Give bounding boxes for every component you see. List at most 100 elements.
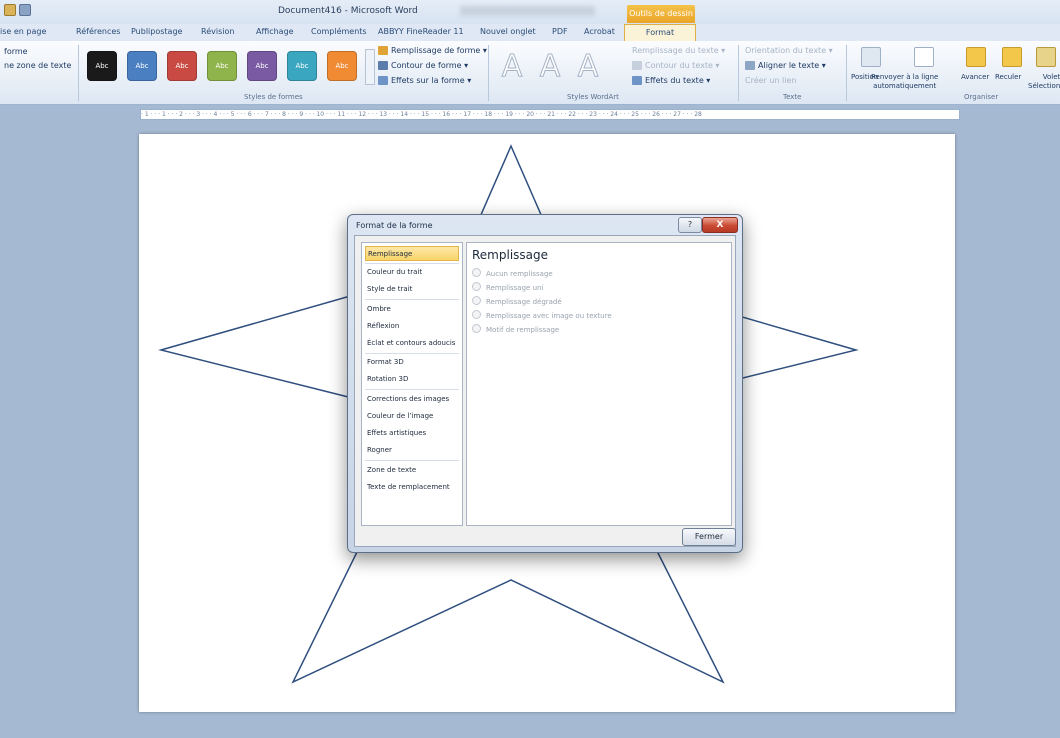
selection-pane-label[interactable]: Volet Sélection	[1028, 73, 1060, 91]
shape-style-swatch[interactable]: Abc	[87, 51, 117, 81]
align-text-button[interactable]: Aligner le texte ▾	[745, 61, 826, 70]
tab-revision[interactable]: Révision	[201, 27, 234, 36]
text-outline-button[interactable]: Contour du texte ▾	[632, 61, 719, 70]
tab-abbyy[interactable]: ABBYY FineReader 11	[378, 27, 464, 36]
tab-acrobat[interactable]: Acrobat	[584, 27, 615, 36]
tab-nouvel-onglet[interactable]: Nouvel onglet	[480, 27, 536, 36]
nav-separator	[365, 353, 459, 354]
nav-item-ombre[interactable]: Ombre	[365, 302, 459, 317]
paint-bucket-icon	[378, 46, 388, 55]
radio-button[interactable]	[472, 282, 481, 291]
nav-item-rotation-3d[interactable]: Rotation 3D	[365, 372, 459, 387]
text-effects-button[interactable]: Effets du texte ▾	[632, 76, 710, 85]
save-icon[interactable]	[4, 4, 16, 16]
fermer-button[interactable]: Fermer	[682, 528, 736, 546]
shape-style-swatch[interactable]: Abc	[327, 51, 357, 81]
shape-outline-button[interactable]: Contour de forme ▾	[378, 61, 468, 70]
group-label-wordart: Styles WordArt	[567, 93, 619, 101]
tab-complements[interactable]: Compléments	[311, 27, 367, 36]
tab-references[interactable]: Références	[76, 27, 120, 36]
title-bar: Document416 - Microsoft Word Outils de d…	[0, 0, 1060, 24]
nav-item-effets-artistiques[interactable]: Effets artistiques	[365, 426, 459, 441]
tab-mise-en-page[interactable]: ise en page	[0, 27, 46, 36]
align-icon	[745, 61, 755, 70]
radio-button[interactable]	[472, 268, 481, 277]
wrap-text-button-label[interactable]: Renvoyer à la ligne automatiquement	[871, 73, 938, 91]
dialog-title: Format de la forme	[356, 221, 433, 230]
option-no-fill[interactable]: Aucun remplissage	[472, 268, 553, 278]
shape-style-swatch[interactable]: Abc	[127, 51, 157, 81]
send-backward-label[interactable]: Reculer	[995, 73, 1021, 82]
window-title: Document416 - Microsoft Word	[278, 6, 418, 16]
shape-style-swatch[interactable]: Abc	[207, 51, 237, 81]
style-gallery-scroll[interactable]	[365, 49, 375, 85]
bring-forward-label[interactable]: Avancer	[961, 73, 989, 82]
drawing-tools-context-label: Outils de dessin	[627, 5, 695, 23]
option-pattern-fill[interactable]: Motif de remplissage	[472, 324, 559, 334]
category-list: Remplissage Couleur du trait Style de tr…	[361, 242, 463, 526]
option-solid-fill[interactable]: Remplissage uni	[472, 282, 543, 292]
create-link-button[interactable]: Créer un lien	[745, 76, 797, 85]
pen-icon	[378, 61, 388, 70]
effects-icon	[378, 76, 388, 85]
tab-publipostage[interactable]: Publipostage	[131, 27, 182, 36]
ribbon: forme ne zone de texte Abc Abc Abc Abc A…	[0, 41, 1060, 105]
shape-effects-button[interactable]: Effets sur la forme ▾	[378, 76, 471, 85]
send-backward-icon[interactable]	[1002, 47, 1022, 67]
nav-separator	[365, 389, 459, 390]
format-shape-dialog: Format de la forme ? X Remplissage Coule…	[347, 214, 743, 553]
radio-button[interactable]	[472, 310, 481, 319]
shape-style-swatch[interactable]: Abc	[167, 51, 197, 81]
wordart-style-1[interactable]: A	[496, 49, 528, 85]
nav-separator	[365, 263, 459, 264]
radio-button[interactable]	[472, 324, 481, 333]
nav-item-rogner[interactable]: Rogner	[365, 443, 459, 458]
group-label-shape-styles: Styles de formes	[244, 93, 303, 101]
ribbon-separator	[738, 45, 739, 101]
panel-title: Remplissage	[472, 248, 549, 262]
quick-access-dropdown-icon[interactable]	[19, 4, 31, 16]
nav-item-reflexion[interactable]: Réflexion	[365, 319, 459, 334]
nav-item-remplissage[interactable]: Remplissage	[365, 246, 459, 261]
radio-button[interactable]	[472, 296, 481, 305]
bring-forward-icon[interactable]	[966, 47, 986, 67]
shape-fill-button[interactable]: Remplissage de forme ▾	[378, 46, 487, 55]
horizontal-ruler[interactable]: · 1 · · · 1 · · · 2 · · · 3 · · · 4 · · …	[140, 109, 960, 120]
nav-separator	[365, 460, 459, 461]
text-effects-icon	[632, 76, 642, 85]
nav-item-format-3d[interactable]: Format 3D	[365, 355, 459, 370]
shape-style-swatch[interactable]: Abc	[247, 51, 277, 81]
text-fill-button[interactable]: Remplissage du texte ▾	[632, 46, 725, 55]
option-gradient-fill[interactable]: Remplissage dégradé	[472, 296, 562, 306]
selection-pane-icon[interactable]	[1036, 47, 1056, 67]
ribbon-separator	[488, 45, 489, 101]
group-label-texte: Texte	[783, 93, 802, 101]
close-button[interactable]: X	[702, 217, 738, 233]
blurred-title-area	[460, 6, 595, 16]
nav-item-couleur-trait[interactable]: Couleur du trait	[365, 265, 459, 280]
help-button[interactable]: ?	[678, 217, 702, 233]
wrap-text-icon[interactable]	[914, 47, 934, 67]
pen-icon	[632, 61, 642, 70]
tab-pdf[interactable]: PDF	[552, 27, 568, 36]
shape-style-swatch[interactable]: Abc	[287, 51, 317, 81]
wordart-style-3[interactable]: A	[572, 49, 604, 85]
nav-item-texte-remplacement[interactable]: Texte de remplacement	[365, 480, 459, 495]
tab-format[interactable]: Format	[624, 24, 696, 41]
quick-access-toolbar[interactable]	[4, 4, 54, 18]
tab-affichage[interactable]: Affichage	[256, 27, 294, 36]
nav-item-eclat[interactable]: Éclat et contours adoucis	[365, 336, 459, 351]
nav-item-couleur-image[interactable]: Couleur de l’image	[365, 409, 459, 424]
nav-separator	[365, 299, 459, 300]
text-direction-button[interactable]: Orientation du texte ▾	[745, 46, 833, 55]
dialog-body: Remplissage Couleur du trait Style de tr…	[354, 235, 736, 547]
fill-options-panel: Remplissage Aucun remplissage Remplissag…	[466, 242, 732, 526]
option-picture-fill[interactable]: Remplissage avec image ou texture	[472, 310, 612, 320]
nav-item-corrections-images[interactable]: Corrections des images	[365, 392, 459, 407]
position-icon[interactable]	[861, 47, 881, 67]
insert-shape-label[interactable]: forme	[4, 47, 28, 56]
wordart-style-2[interactable]: A	[534, 49, 566, 85]
nav-item-style-trait[interactable]: Style de trait	[365, 282, 459, 297]
draw-text-box-label[interactable]: ne zone de texte	[4, 61, 71, 70]
nav-item-zone-texte[interactable]: Zone de texte	[365, 463, 459, 478]
